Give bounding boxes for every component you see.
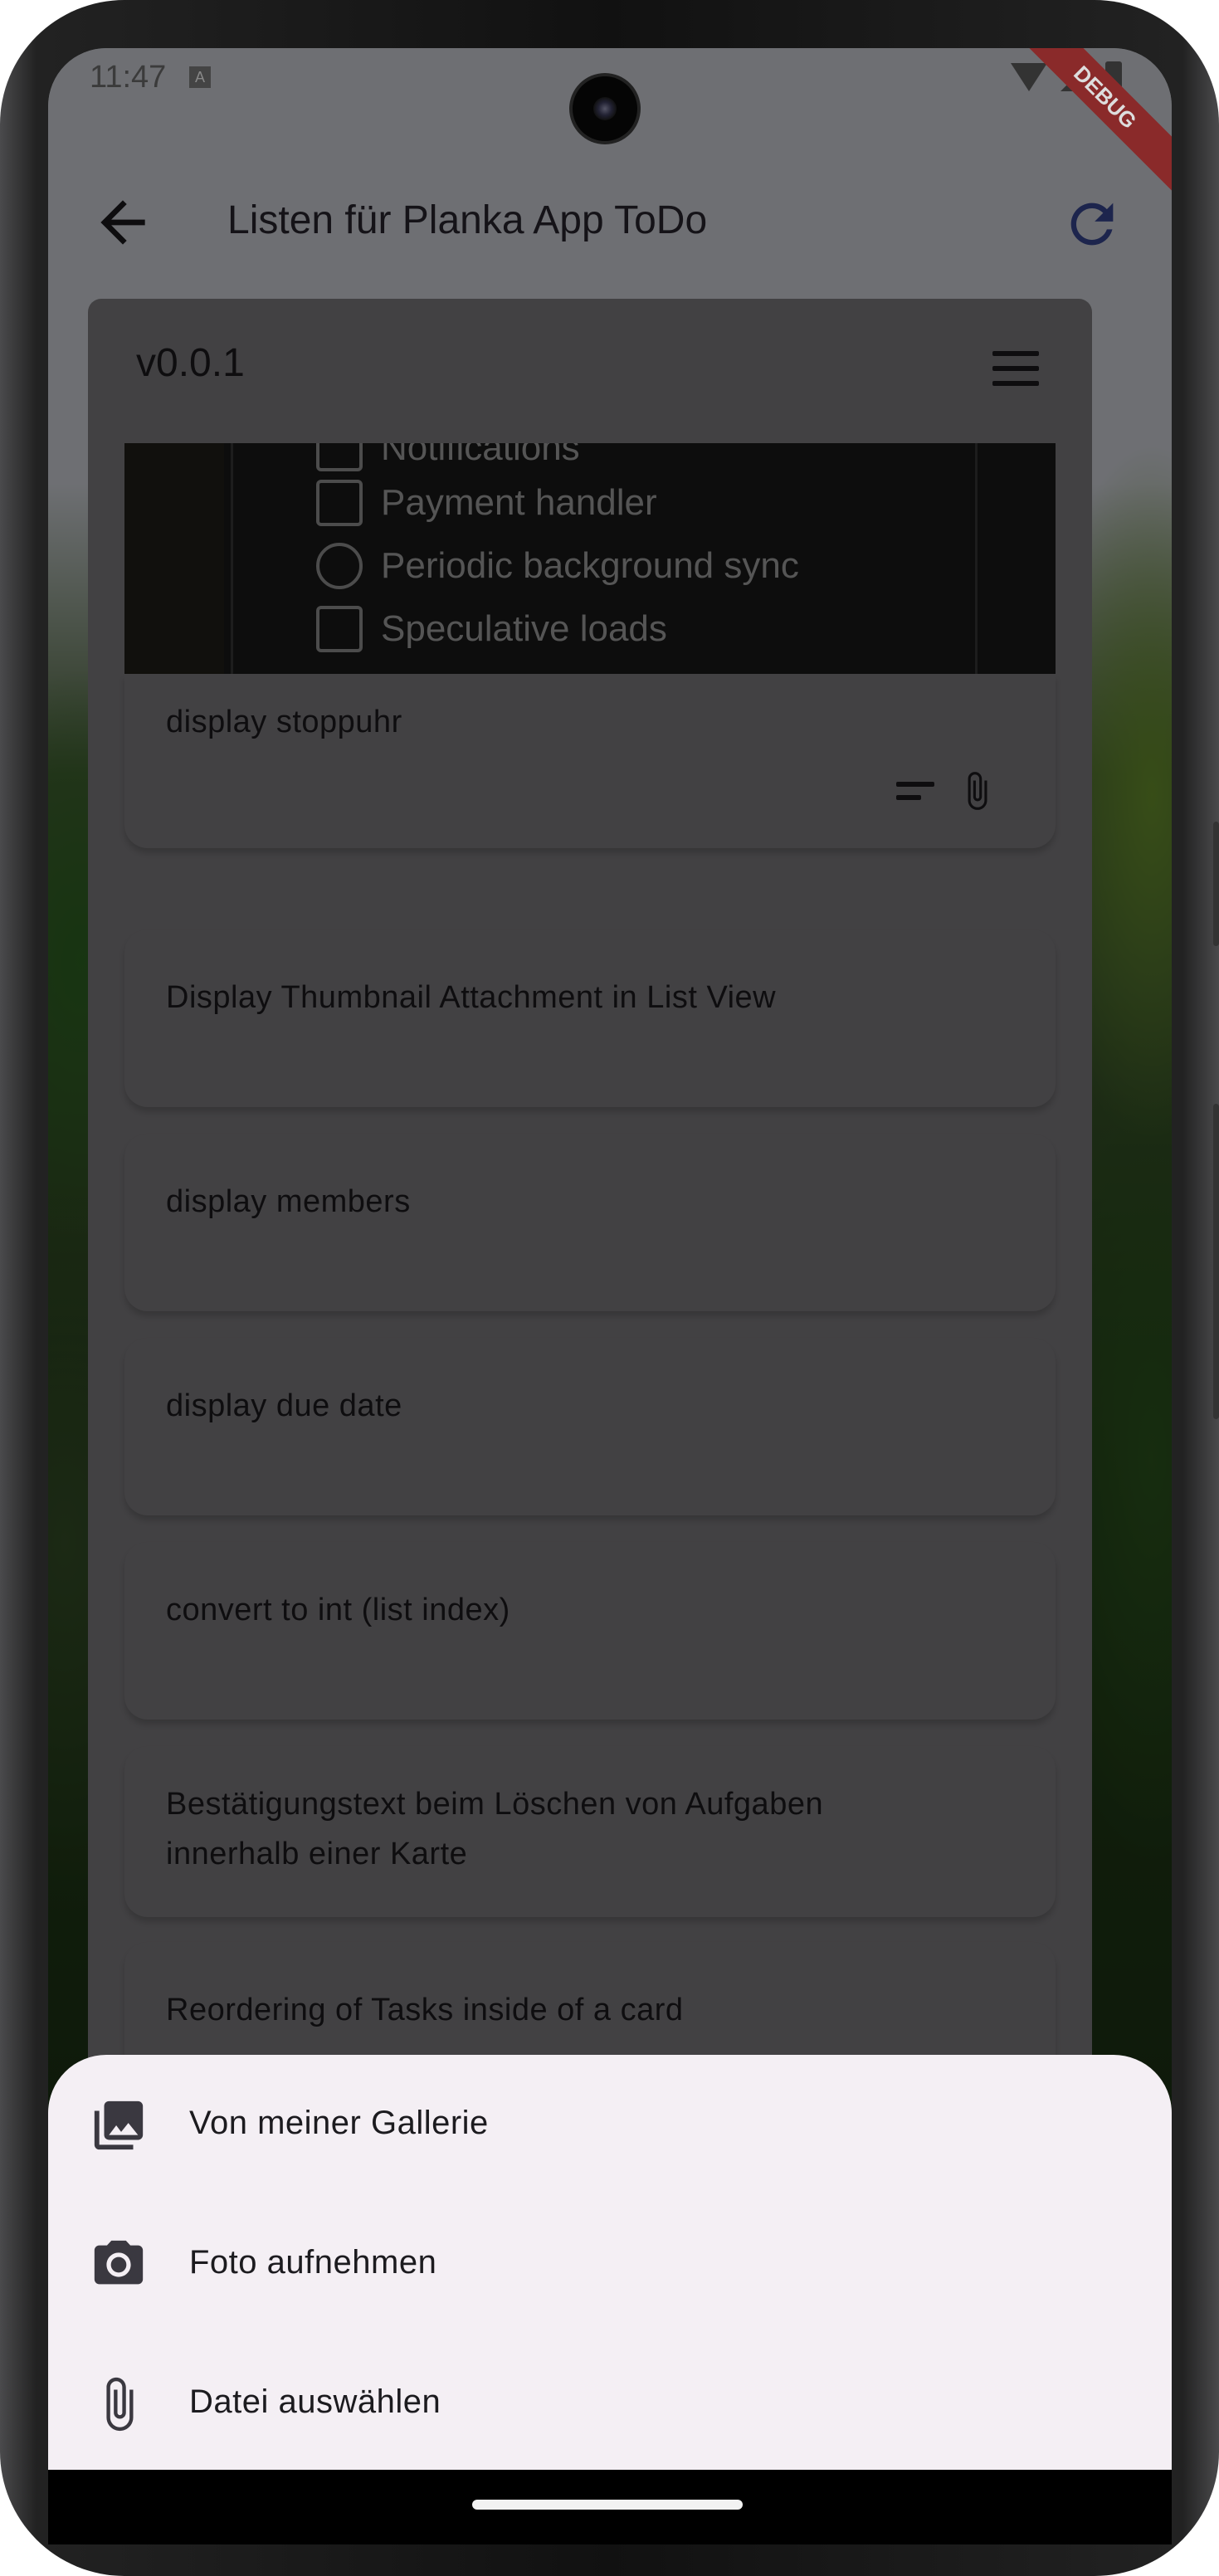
notification-icon: A — [189, 66, 211, 88]
power-button — [1213, 1104, 1219, 1419]
gallery-option-label: Von meiner Gallerie — [189, 2105, 489, 2141]
screen: Listen für Planka App ToDo v0.0.1 — [48, 48, 1172, 2470]
take-photo-option[interactable]: Foto aufnehmen — [48, 2194, 1172, 2334]
attach-file-icon — [106, 2377, 134, 2432]
status-time: 11:47 — [90, 60, 167, 95]
photo-library-icon — [94, 2100, 144, 2150]
attachment-bottom-sheet: Von meiner Gallerie Foto aufnehmen Datei… — [48, 2055, 1172, 2470]
home-gesture-handle[interactable] — [472, 2500, 743, 2510]
phone-frame: Listen für Planka App ToDo v0.0.1 — [0, 0, 1219, 2576]
volume-button — [1213, 822, 1219, 946]
wifi-icon — [1011, 63, 1047, 91]
gallery-option[interactable]: Von meiner Gallerie — [48, 2055, 1172, 2194]
camera-icon — [94, 2240, 144, 2285]
front-camera — [573, 76, 637, 141]
choose-file-option[interactable]: Datei auswählen — [48, 2334, 1172, 2470]
choose-file-option-label: Datei auswählen — [189, 2383, 441, 2420]
system-nav-bar — [48, 2470, 1172, 2544]
take-photo-option-label: Foto aufnehmen — [189, 2244, 437, 2281]
